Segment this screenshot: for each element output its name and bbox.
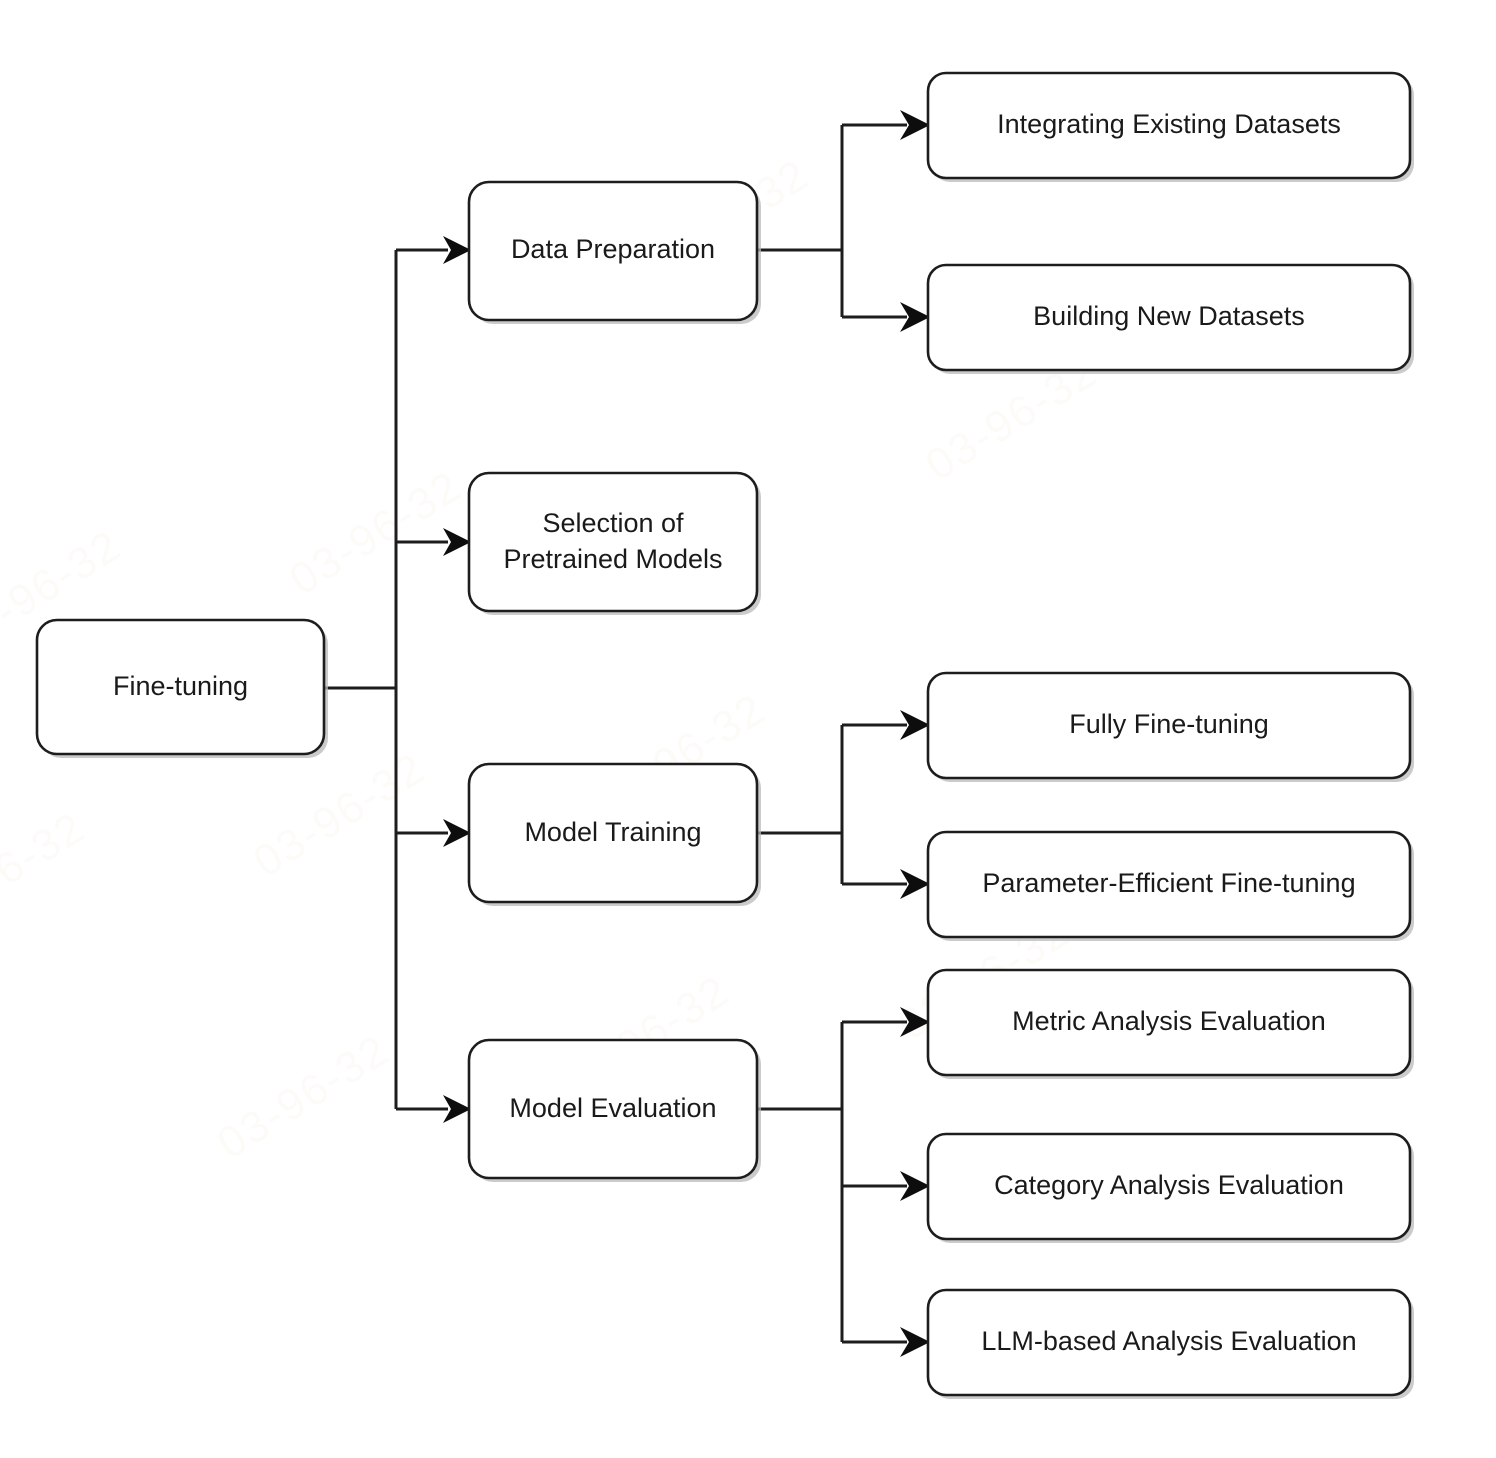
node-selection-of-pretrained-models[interactable]: Selection of Pretrained Models <box>467 471 761 615</box>
node-llm-based-analysis-evaluation[interactable]: LLM-based Analysis Evaluation <box>926 1288 1414 1399</box>
diagram-canvas: 03-96-32 03-96-32 03-96-32 03-96-32 03-9… <box>0 0 1496 1458</box>
node-rect <box>467 471 759 613</box>
node-model-training[interactable]: Model Training <box>467 762 761 906</box>
node-fully-fine-tuning[interactable]: Fully Fine-tuning <box>926 671 1414 782</box>
node-integrating-existing-datasets[interactable]: Integrating Existing Datasets <box>926 71 1414 182</box>
node-model-evaluation[interactable]: Model Evaluation <box>467 1038 761 1182</box>
node-fine-tuning[interactable]: Fine-tuning <box>35 618 328 758</box>
node-label: Integrating Existing Datasets <box>997 109 1341 139</box>
node-label: Model Training <box>524 817 701 847</box>
node-label: Metric Analysis Evaluation <box>1012 1006 1326 1036</box>
node-metric-analysis-evaluation[interactable]: Metric Analysis Evaluation <box>926 968 1414 1079</box>
fine-tuning-tree-diagram: 03-96-32 03-96-32 03-96-32 03-96-32 03-9… <box>0 0 1496 1458</box>
node-label-line2: Pretrained Models <box>503 544 722 574</box>
node-building-new-datasets[interactable]: Building New Datasets <box>926 263 1414 374</box>
node-label: Fully Fine-tuning <box>1069 709 1269 739</box>
node-label: Parameter-Efficient Fine-tuning <box>982 868 1355 898</box>
node-label: Fine-tuning <box>113 671 248 701</box>
node-label: LLM-based Analysis Evaluation <box>981 1326 1356 1356</box>
node-label: Category Analysis Evaluation <box>994 1170 1344 1200</box>
node-data-preparation[interactable]: Data Preparation <box>467 180 761 324</box>
node-label: Model Evaluation <box>509 1093 716 1123</box>
node-label: Building New Datasets <box>1033 301 1305 331</box>
node-label-line1: Selection of <box>542 508 684 538</box>
node-label: Data Preparation <box>511 234 715 264</box>
node-category-analysis-evaluation[interactable]: Category Analysis Evaluation <box>926 1132 1414 1243</box>
node-parameter-efficient-fine-tuning[interactable]: Parameter-Efficient Fine-tuning <box>926 830 1414 941</box>
